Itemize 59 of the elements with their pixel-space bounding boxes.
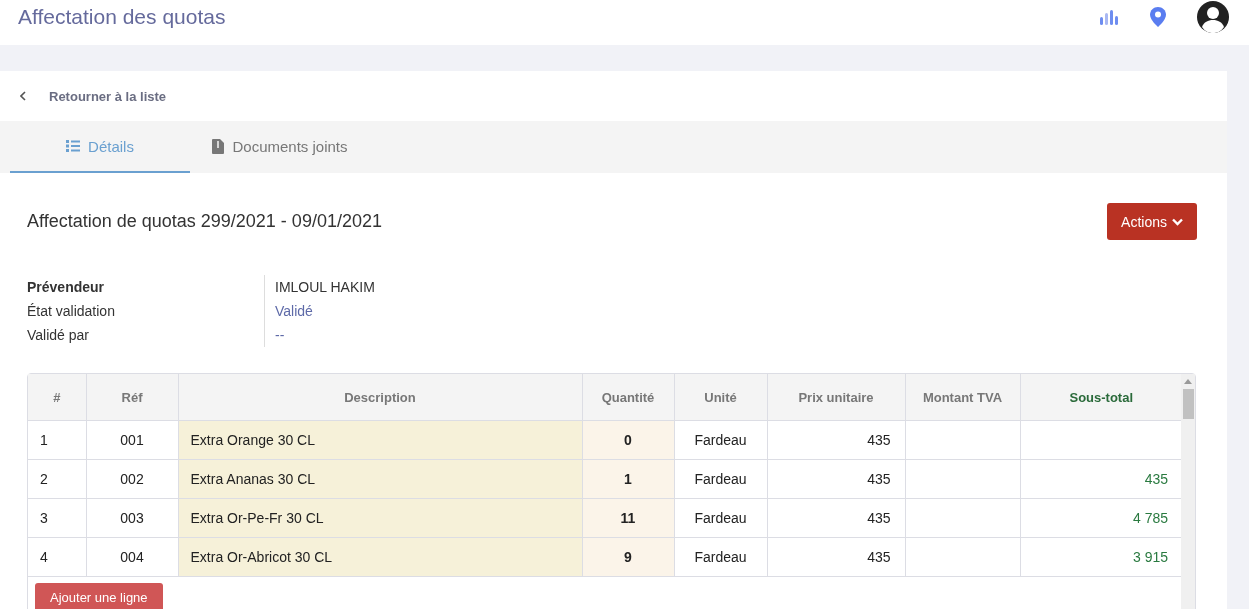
scrollbar[interactable] bbox=[1181, 374, 1195, 609]
chevron-down-icon bbox=[1172, 217, 1183, 226]
column-header: Unité bbox=[674, 374, 767, 421]
back-link[interactable]: Retourner à la liste bbox=[20, 88, 167, 104]
column-header: Montant TVA bbox=[905, 374, 1020, 421]
list-icon bbox=[66, 140, 81, 152]
table-cell: Extra Or-Pe-Fr 30 CL bbox=[190, 510, 324, 526]
file-icon bbox=[212, 138, 225, 154]
table-cell: Fardeau bbox=[694, 471, 747, 487]
table-cell: 435 bbox=[1144, 471, 1168, 487]
table-cell: 4 bbox=[40, 549, 48, 565]
column-header: Réf bbox=[86, 374, 178, 421]
tab[interactable]: Détails bbox=[10, 121, 190, 173]
column-header: Quantité bbox=[582, 374, 674, 421]
column-header: Sous-total bbox=[1020, 374, 1182, 421]
table-cell: Fardeau bbox=[694, 510, 747, 526]
table-cell: Fardeau bbox=[694, 549, 747, 565]
field-label: Prévendeur bbox=[27, 278, 106, 297]
tab[interactable]: Documents joints bbox=[190, 121, 370, 173]
table-cell: 3 bbox=[40, 510, 48, 526]
field-label: Validé par bbox=[27, 326, 90, 345]
page-title: Affectation des quotas bbox=[18, 4, 226, 29]
scroll-up-icon[interactable] bbox=[1184, 379, 1192, 384]
field-value: IMLOUL HAKIM bbox=[275, 278, 375, 297]
user-avatar-icon[interactable] bbox=[1197, 0, 1229, 33]
table-cell: 002 bbox=[120, 471, 144, 487]
field-label: État validation bbox=[27, 302, 116, 321]
table-cell: Extra Orange 30 CL bbox=[190, 432, 315, 448]
table-cell: 2 bbox=[40, 471, 48, 487]
table-cell: 9 bbox=[624, 549, 632, 565]
table-cell: 435 bbox=[867, 471, 891, 487]
table-cell: 0 bbox=[624, 432, 632, 448]
table-cell: Fardeau bbox=[694, 432, 747, 448]
field-value[interactable]: Validé bbox=[275, 299, 375, 323]
table-cell: 435 bbox=[867, 549, 891, 565]
table-cell: 11 bbox=[620, 510, 636, 526]
document-title: Affectation de quotas 299/2021 - 09/01/2021 bbox=[27, 211, 382, 232]
table-cell: 003 bbox=[120, 510, 144, 526]
column-header: Prix unitaire bbox=[767, 374, 905, 421]
table-cell: 4 785 bbox=[1132, 510, 1168, 526]
table-cell: 435 bbox=[867, 510, 891, 526]
back-link-label: Retourner à la liste bbox=[49, 88, 167, 104]
chevron-left-icon bbox=[20, 91, 26, 101]
table-cell: 3 915 bbox=[1132, 549, 1168, 565]
scrollbar-thumb[interactable] bbox=[1182, 389, 1194, 419]
table-cell: 435 bbox=[867, 432, 891, 448]
column-header: # bbox=[28, 374, 86, 421]
field-value[interactable]: -- bbox=[275, 323, 375, 347]
table-cell: 1 bbox=[40, 432, 48, 448]
actions-button[interactable]: Actions bbox=[1107, 203, 1197, 240]
table-cell: Extra Ananas 30 CL bbox=[190, 471, 316, 487]
add-line-button[interactable]: Ajouter une ligne bbox=[35, 583, 163, 609]
table-cell: Extra Or-Abricot 30 CL bbox=[190, 549, 333, 565]
table-cell: 1 bbox=[624, 471, 632, 487]
table-cell: 001 bbox=[120, 432, 144, 448]
column-header: Description bbox=[178, 374, 582, 421]
table-cell: 004 bbox=[120, 549, 144, 565]
map-pin-icon[interactable] bbox=[1150, 6, 1166, 27]
bar-chart-icon[interactable] bbox=[1099, 8, 1119, 25]
